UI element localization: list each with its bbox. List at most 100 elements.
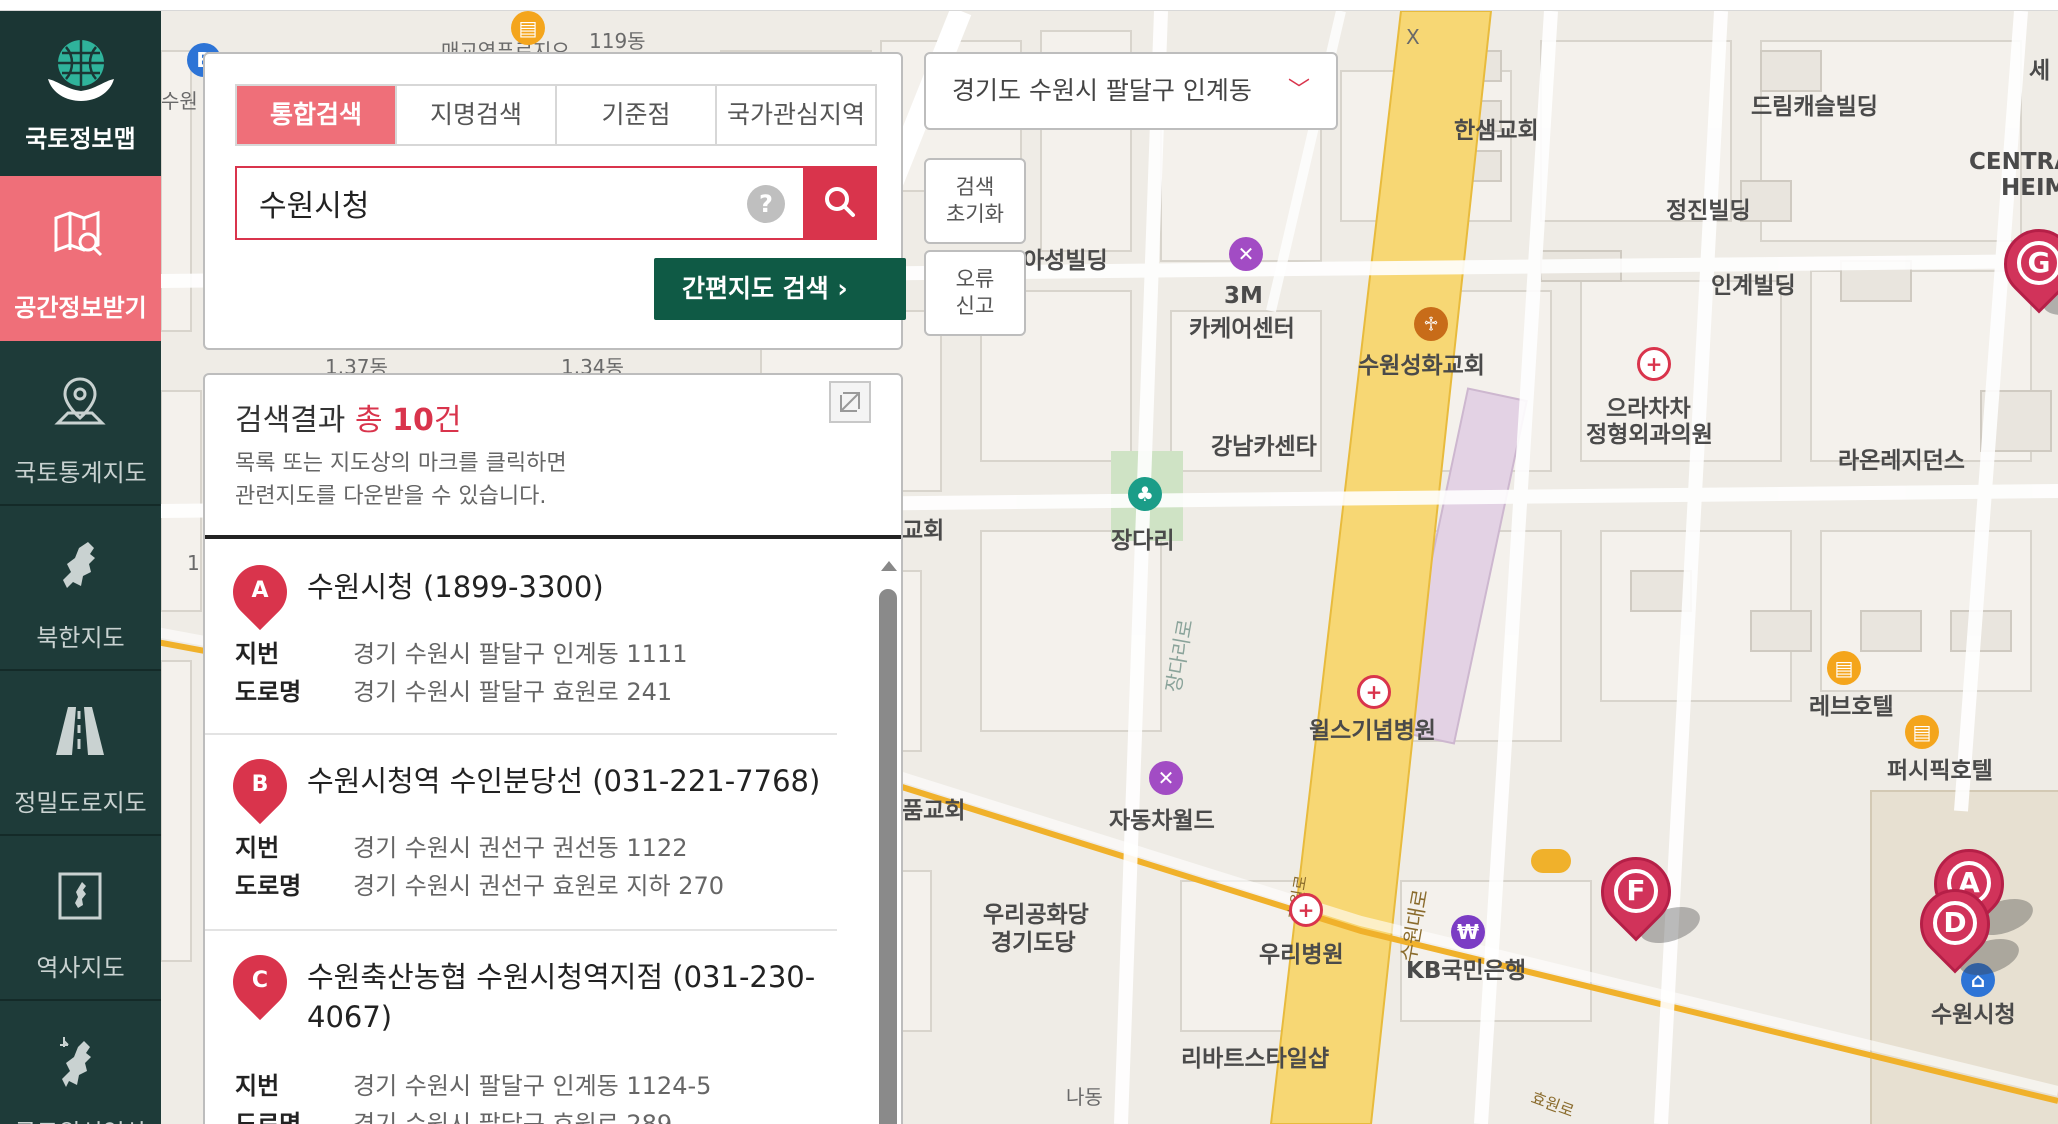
- search-input[interactable]: [237, 168, 797, 238]
- result-name[interactable]: 수원축산농협 수원시청역지점 (031-230-4067): [307, 957, 827, 1037]
- hospital-icon[interactable]: +: [1637, 347, 1671, 381]
- hotel-icon[interactable]: ▤: [1905, 715, 1939, 749]
- map-label: 라온레지던스: [1838, 448, 1965, 474]
- hotel-icon[interactable]: ▤: [511, 11, 545, 45]
- map-label: CENTRA: [1969, 149, 2058, 175]
- results-scrollbar[interactable]: [879, 561, 897, 1124]
- map-label: 강남카센타: [1211, 434, 1317, 460]
- marker-letter: A: [251, 578, 269, 603]
- hospital-icon[interactable]: +: [1357, 675, 1391, 709]
- map-label: 품교회: [902, 798, 966, 824]
- map-label: 세: [2029, 58, 2051, 84]
- map-label: 수원: [161, 89, 198, 113]
- history-map-icon: [58, 872, 102, 920]
- location-pin-icon: [54, 377, 106, 425]
- road-value: 경기 수원시 팔달구 효원로 241: [353, 678, 673, 706]
- map-label: 레브호텔: [1809, 694, 1894, 720]
- sidebar-item-label: 북한지도: [36, 624, 125, 652]
- road-icon: [56, 707, 104, 755]
- search-box: ?: [235, 166, 877, 240]
- results-hint-line: 목록 또는 지도상의 마크를 클릭하면: [235, 451, 567, 476]
- road-label: 도로명: [235, 678, 302, 706]
- reset-label-line2: 초기화: [946, 202, 1004, 226]
- hospital-icon[interactable]: +: [1289, 893, 1323, 927]
- sidebar-item-north-korea[interactable]: 북한지도: [0, 506, 161, 671]
- map-marker-f[interactable]: F: [1586, 842, 1705, 957]
- list-item[interactable]: C 수원축산농협 수원시청역지점 (031-230-4067) 지번 경기 수원시…: [205, 931, 837, 1124]
- result-name[interactable]: 수원시청 (1899-3300): [307, 567, 827, 607]
- sidebar-item-satellite[interactable]: 국토위성영상: [0, 1001, 161, 1124]
- search-tabs: 통합검색 지명검색 기준점 국가관심지역: [235, 84, 877, 146]
- sidebar-item-road-map[interactable]: 정밀도로지도: [0, 671, 161, 836]
- result-name[interactable]: 수원시청역 수인분당선 (031-221-7768): [307, 761, 827, 801]
- scroll-up-arrow-icon[interactable]: [881, 561, 897, 571]
- map-label: 자동차월드: [1109, 808, 1215, 834]
- results-list: A 수원시청 (1899-3300) 지번 경기 수원시 팔달구 인계동 1111…: [205, 539, 865, 1124]
- jibun-value: 경기 수원시 팔달구 인계동 1111: [353, 640, 688, 668]
- map-label: 인계빌딩: [1711, 273, 1796, 299]
- search-icon: [825, 187, 855, 217]
- map-label: 리바트스타일샵: [1181, 1046, 1330, 1072]
- scroll-thumb[interactable]: [879, 589, 897, 1124]
- results-hint: 목록 또는 지도상의 마크를 클릭하면 관련지도를 다운받을 수 있습니다.: [235, 447, 735, 513]
- search-button[interactable]: [803, 166, 877, 240]
- results-unit: 건: [433, 403, 462, 438]
- sidebar-item-label: 정밀도로지도: [14, 789, 147, 817]
- tab-national-interest[interactable]: 국가관심지역: [717, 86, 875, 144]
- map-label: 드림캐슬빌딩: [1751, 94, 1878, 120]
- map-label: 경기도당: [991, 930, 1076, 956]
- quick-map-search-button[interactable]: 간편지도 검색 ›: [654, 258, 906, 320]
- map-label: 카케어센터: [1189, 316, 1295, 342]
- map-label: 정진빌딩: [1666, 198, 1751, 224]
- satellite-icon: [60, 1037, 91, 1087]
- report-label-line2: 신고: [955, 294, 995, 318]
- park-icon[interactable]: ♣: [1128, 477, 1162, 511]
- result-road-row: 도로명 경기 수원시 권선구 효원로 지하 270: [235, 871, 724, 901]
- map-label: 정형외과의원: [1586, 422, 1713, 448]
- help-icon[interactable]: ?: [747, 185, 785, 223]
- tab-place-search[interactable]: 지명검색: [397, 86, 557, 144]
- tool-icon[interactable]: ✕: [1229, 237, 1263, 271]
- sidebar-item-stat-map[interactable]: 국토통계지도: [0, 341, 161, 506]
- reset-search-button[interactable]: 검색 초기화: [924, 158, 1026, 244]
- map-label: KB국민은행: [1406, 958, 1526, 984]
- church-icon[interactable]: ♱: [1414, 307, 1448, 341]
- tab-integrated-search[interactable]: 통합검색: [237, 86, 397, 144]
- sidebar-item-label: 국토통계지도: [14, 459, 147, 487]
- globe-hands-icon: [48, 40, 114, 101]
- brand-logo[interactable]: 국토정보맵: [0, 11, 161, 176]
- map-label: 수원시청: [1931, 1002, 2016, 1028]
- sidebar-item-space-info[interactable]: 공간정보받기: [0, 176, 161, 341]
- map-label: 119동: [589, 29, 646, 53]
- list-item[interactable]: A 수원시청 (1899-3300) 지번 경기 수원시 팔달구 인계동 1111…: [205, 539, 837, 735]
- reset-label-line1: 검색: [955, 175, 995, 199]
- error-report-button[interactable]: 오류 신고: [924, 250, 1026, 336]
- map-marker-d[interactable]: D: [1905, 874, 2024, 989]
- sidebar-item-label: 공간정보받기: [14, 294, 147, 322]
- bank-icon[interactable]: ₩: [1451, 915, 1485, 949]
- map-label: 장다리: [1111, 528, 1175, 554]
- results-total-label: 총: [354, 403, 393, 438]
- road-label: 도로명: [235, 872, 302, 900]
- map-label: 윌스기념병원: [1309, 718, 1436, 744]
- north-korea-icon: [63, 542, 95, 588]
- road-value: 경기 수원시 팔달구 효원로 289: [353, 1110, 673, 1124]
- sidebar-item-history-map[interactable]: 역사지도: [0, 836, 161, 1001]
- sidebar: 국토정보맵 공간정보받기 국토통계지도 북한지도 정밀도로지도 역사지도: [0, 11, 161, 1124]
- list-item[interactable]: B 수원시청역 수인분당선 (031-221-7768) 지번 경기 수원시 권선…: [205, 735, 837, 931]
- hotel-icon[interactable]: ▤: [1827, 651, 1861, 685]
- brand-label: 국토정보맵: [25, 125, 136, 153]
- expand-icon[interactable]: [829, 381, 871, 423]
- tool-icon[interactable]: ✕: [1149, 761, 1183, 795]
- jibun-label: 지번: [235, 640, 280, 668]
- map-label: 한샘교회: [1454, 118, 1539, 144]
- map-label: 퍼시픽호텔: [1887, 758, 1993, 784]
- marker-letter: B: [251, 772, 269, 797]
- map-label: 3M: [1224, 283, 1263, 309]
- map-marker-g[interactable]: G: [1989, 214, 2058, 329]
- jibun-value: 경기 수원시 권선구 권선동 1122: [353, 834, 688, 862]
- tab-reference-point[interactable]: 기준점: [557, 86, 717, 144]
- location-dropdown[interactable]: 경기도 수원시 팔달구 인계동 ﹀: [924, 52, 1338, 130]
- jibun-label: 지번: [235, 834, 280, 862]
- results-hint-line: 관련지도를 다운받을 수 있습니다.: [235, 484, 547, 509]
